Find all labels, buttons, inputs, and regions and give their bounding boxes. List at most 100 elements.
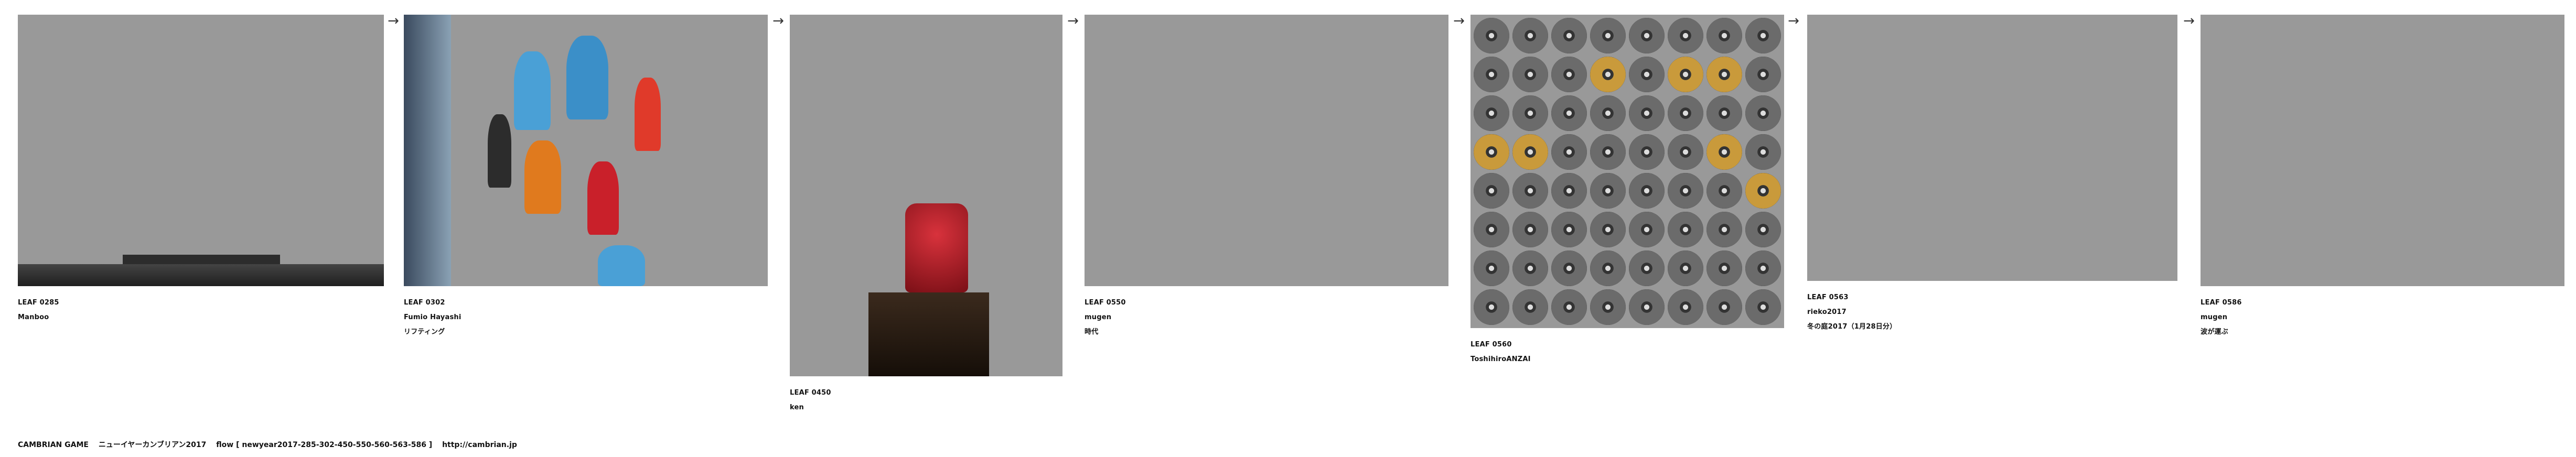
reel-icon xyxy=(1590,57,1626,92)
reel-icon xyxy=(1706,212,1742,247)
reel-icon xyxy=(1551,95,1587,131)
leaf-author: ken xyxy=(790,404,804,411)
reel-icon xyxy=(1474,251,1509,286)
reel-icon xyxy=(1745,251,1781,286)
reel-icon xyxy=(1551,251,1587,286)
leaf-image-record[interactable] xyxy=(1085,15,1448,286)
leaf-image-red-phone[interactable] xyxy=(790,15,1062,376)
leaf-author: rieko2017 xyxy=(1807,308,1847,316)
reel-icon xyxy=(1629,212,1665,247)
reel-icon xyxy=(1512,251,1548,286)
reel-icon xyxy=(1512,57,1548,92)
reel-icon xyxy=(1629,173,1665,209)
reel-icon xyxy=(1668,212,1703,247)
red-phone xyxy=(905,203,968,292)
reel-icon xyxy=(1706,95,1742,131)
reel-icon xyxy=(1706,289,1742,325)
reel-icon xyxy=(1668,57,1703,92)
reel-icon xyxy=(1551,212,1587,247)
reel-icon xyxy=(1745,95,1781,131)
leaf-card-0586[interactable]: LEAF 0586 mugen 波が運ぶ xyxy=(2201,15,2564,340)
footer-url-link[interactable]: http://cambrian.jp xyxy=(442,441,517,449)
reel-icon xyxy=(1590,212,1626,247)
reel-icon xyxy=(1551,289,1587,325)
leaf-id: LEAF 0285 xyxy=(18,299,59,307)
reel-icon xyxy=(1629,134,1665,170)
kid-figure xyxy=(587,161,619,235)
reel-icon xyxy=(1551,18,1587,53)
reel-icon xyxy=(1512,134,1548,170)
reel-icon xyxy=(1668,289,1703,325)
flow-arrow-icon: → xyxy=(1788,13,1799,29)
flow-arrow-icon: → xyxy=(1453,13,1465,29)
leaf-image-stones[interactable] xyxy=(2201,15,2564,286)
reel-icon xyxy=(1474,212,1509,247)
reel-icon xyxy=(1512,212,1548,247)
railing xyxy=(404,15,451,286)
reel-icon xyxy=(1474,95,1509,131)
reel-icon xyxy=(1590,134,1626,170)
leaf-card-0563[interactable]: LEAF 0563 rieko2017 冬の庭2017（1月28日分） xyxy=(1807,15,2177,334)
reel-icon xyxy=(1706,18,1742,53)
leaf-card-0285[interactable]: LEAF 0285 Manboo xyxy=(18,15,384,325)
leaf-card-0302[interactable]: LEAF 0302 Fumio Hayashi リフティング xyxy=(404,15,768,340)
flow-arrow-icon: → xyxy=(1067,13,1079,29)
footer: CAMBRIAN GAME ニューイヤーカンブリアン2017 flow [ ne… xyxy=(18,439,524,450)
reel-icon xyxy=(1512,18,1548,53)
leaf-author: mugen xyxy=(1085,313,1112,321)
reel-icon xyxy=(1551,57,1587,92)
ground-strip xyxy=(18,264,384,286)
kid-figure xyxy=(635,78,661,151)
leaf-card-0560[interactable]: LEAF 0560 ToshihiroANZAI xyxy=(1471,15,1784,367)
leaf-title: 時代 xyxy=(1085,328,1099,336)
leaf-card-0450[interactable]: LEAF 0450 ken xyxy=(790,15,1062,415)
leaf-card-0550[interactable]: LEAF 0550 mugen 時代 xyxy=(1085,15,1448,340)
reel-icon xyxy=(1668,134,1703,170)
leaf-image-flowers[interactable] xyxy=(1807,15,2177,281)
reel-icon xyxy=(1512,95,1548,131)
reel-icon xyxy=(1668,18,1703,53)
reel-icon xyxy=(1551,134,1587,170)
leaf-author: mugen xyxy=(2201,313,2228,321)
footer-flow: flow [ newyear2017-285-302-450-550-560-5… xyxy=(216,441,433,449)
shelf xyxy=(868,292,989,376)
leaf-title: 冬の庭2017（1月28日分） xyxy=(1807,323,1897,331)
leaf-id: LEAF 0302 xyxy=(404,299,445,307)
reel-icon xyxy=(1629,95,1665,131)
reel-icon xyxy=(1668,251,1703,286)
leaf-title: 波が運ぶ xyxy=(2201,328,2228,336)
kid-figure xyxy=(524,140,561,214)
reel-icon xyxy=(1590,251,1626,286)
reel-icon xyxy=(1706,57,1742,92)
reel-icon xyxy=(1590,289,1626,325)
leaf-image-tape-reels[interactable] xyxy=(1471,15,1784,328)
reel-icon xyxy=(1512,173,1548,209)
leaf-author: Manboo xyxy=(18,313,49,321)
reel-icon xyxy=(1512,289,1548,325)
kid-figure xyxy=(598,245,645,286)
reel-icon xyxy=(1706,134,1742,170)
reel-icon xyxy=(1629,18,1665,53)
reel-icon xyxy=(1590,18,1626,53)
reel-icon xyxy=(1706,173,1742,209)
reel-icon xyxy=(1474,134,1509,170)
leaf-id: LEAF 0586 xyxy=(2201,299,2242,307)
kid-figure xyxy=(488,114,511,188)
reel-icon xyxy=(1474,57,1509,92)
flow-arrow-icon: → xyxy=(772,13,784,29)
kid-figure xyxy=(566,36,608,119)
reel-icon xyxy=(1474,289,1509,325)
reel-icon xyxy=(1474,18,1509,53)
reel-icon xyxy=(1745,134,1781,170)
reel-icon xyxy=(1629,57,1665,92)
leaf-image-kids[interactable] xyxy=(404,15,768,286)
leaf-image-sky[interactable] xyxy=(18,15,384,286)
reel-icon xyxy=(1629,251,1665,286)
leaf-id: LEAF 0450 xyxy=(790,389,831,397)
footer-event-name: ニューイヤーカンブリアン2017 xyxy=(98,441,207,449)
reel-icon xyxy=(1629,289,1665,325)
reel-icon xyxy=(1590,173,1626,209)
leaf-id: LEAF 0550 xyxy=(1085,299,1126,307)
reel-icon xyxy=(1745,18,1781,53)
reel-icon xyxy=(1745,57,1781,92)
